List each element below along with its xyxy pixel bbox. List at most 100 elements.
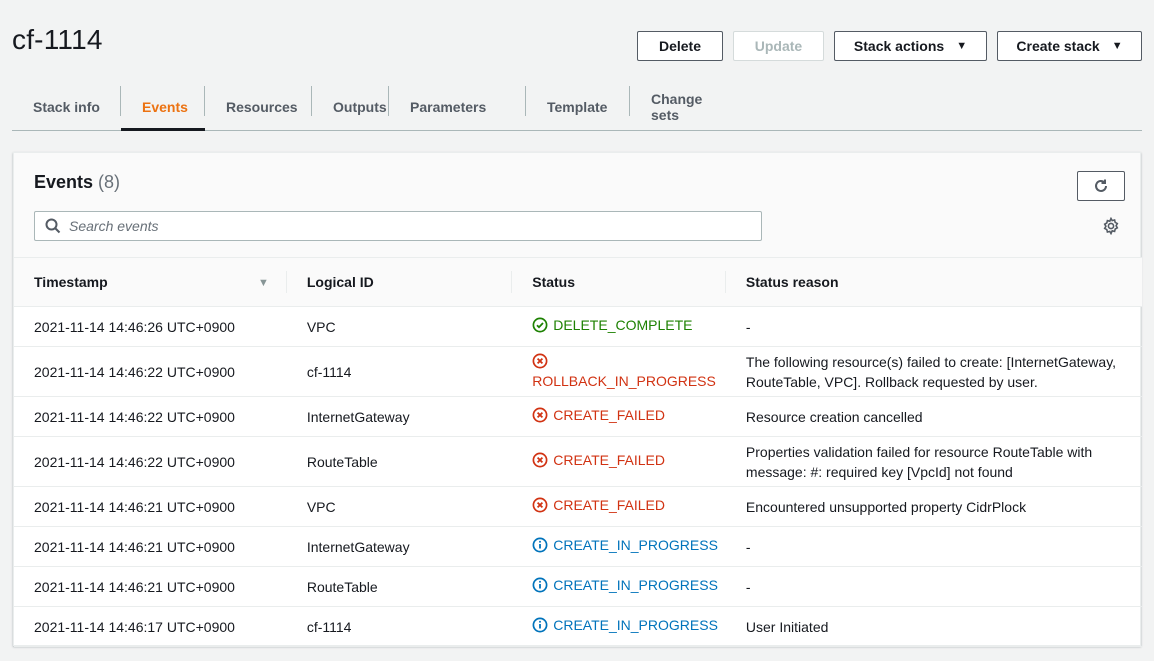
status-text: CREATE_FAILED	[553, 452, 666, 468]
logical-id-cell: VPC	[286, 486, 513, 527]
column-header-timestamp[interactable]: Timestamp ▼	[14, 257, 287, 307]
logical-id-cell: InternetGateway	[286, 526, 513, 567]
status-text: CREATE_IN_PROGRESS	[553, 537, 718, 553]
column-header-status-reason[interactable]: Status reason	[725, 257, 1142, 307]
logical-id-cell: cf-1114	[286, 346, 513, 397]
status-text: CREATE_IN_PROGRESS	[553, 617, 718, 633]
create-stack-label: Create stack	[1016, 38, 1100, 54]
status-reason-cell: -	[725, 566, 1142, 607]
status-indicator: ROLLBACK_IN_PROGRESS	[532, 353, 718, 391]
status-cell: CREATE_FAILED	[512, 396, 726, 437]
tab-resources[interactable]: Resources	[205, 84, 312, 130]
check-circle-icon	[532, 317, 553, 333]
status-indicator: CREATE_IN_PROGRESS	[532, 615, 718, 635]
update-button[interactable]: Update	[733, 31, 824, 61]
search-icon	[45, 218, 61, 234]
tab-template[interactable]: Template	[526, 84, 630, 130]
status-cell: CREATE_IN_PROGRESS	[512, 566, 726, 607]
search-box[interactable]	[34, 211, 762, 241]
status-reason-cell: -	[725, 526, 1142, 567]
delete-button[interactable]: Delete	[637, 31, 723, 61]
tab-label: Change sets	[651, 91, 703, 123]
refresh-button[interactable]	[1077, 171, 1125, 201]
x-circle-icon	[532, 353, 718, 369]
status-cell: CREATE_IN_PROGRESS	[512, 606, 726, 647]
timestamp-cell: 2021-11-14 14:46:21 UTC+0900	[14, 526, 287, 567]
status-cell: CREATE_FAILED	[512, 486, 726, 527]
table-row[interactable]: 2021-11-14 14:46:22 UTC+0900 RouteTable CR…	[14, 436, 1142, 487]
timestamp-cell: 2021-11-14 14:46:22 UTC+0900	[14, 346, 287, 397]
tab-change-sets[interactable]: Change sets	[630, 84, 752, 130]
tab-bar: Stack info Events Resources Outputs Paramete…	[12, 84, 1142, 131]
tab-label: Events	[142, 99, 188, 115]
logical-id-cell: VPC	[286, 306, 513, 347]
table-row[interactable]: 2021-11-14 14:46:26 UTC+0900 VPC DELETE_CO…	[14, 306, 1142, 347]
create-stack-button[interactable]: Create stack ▼	[997, 31, 1142, 61]
status-text: ROLLBACK_IN_PROGRESS	[532, 372, 716, 389]
caret-down-icon: ▼	[1111, 40, 1123, 52]
status-cell: DELETE_COMPLETE	[512, 306, 726, 347]
timestamp-cell: 2021-11-14 14:46:22 UTC+0900	[14, 436, 287, 487]
status-reason-cell: Encountered unsupported property CidrPlo…	[725, 486, 1142, 527]
tab-label: Resources	[226, 99, 298, 115]
info-circle-icon	[532, 537, 553, 553]
table-header-row: Timestamp ▼ Logical ID Status Status rea…	[14, 257, 1142, 307]
status-reason-cell: The following resource(s) failed to crea…	[725, 346, 1142, 397]
timestamp-cell: 2021-11-14 14:46:22 UTC+0900	[14, 396, 287, 437]
status-cell: ROLLBACK_IN_PROGRESS	[512, 346, 726, 397]
events-heading-label: Events	[34, 172, 94, 192]
search-input[interactable]	[69, 218, 709, 234]
logical-id-cell: RouteTable	[286, 436, 513, 487]
events-table: Timestamp ▼ Logical ID Status Status rea…	[14, 257, 1142, 647]
status-reason-cell: -	[725, 306, 1142, 347]
table-row[interactable]: 2021-11-14 14:46:21 UTC+0900 VPC CREATE_FA…	[14, 486, 1142, 527]
table-row[interactable]: 2021-11-14 14:46:17 UTC+0900 cf-1114 CREAT…	[14, 606, 1142, 647]
status-reason-cell: Properties validation failed for resourc…	[725, 436, 1142, 487]
column-header-label: Status	[532, 274, 576, 290]
status-text: CREATE_IN_PROGRESS	[553, 577, 718, 593]
info-circle-icon	[532, 617, 553, 633]
logical-id-cell: InternetGateway	[286, 396, 513, 437]
status-cell: CREATE_FAILED	[512, 436, 726, 487]
timestamp-cell: 2021-11-14 14:46:21 UTC+0900	[14, 566, 287, 607]
table-row[interactable]: 2021-11-14 14:46:22 UTC+0900 cf-1114 ROLLB…	[14, 346, 1142, 397]
tab-events[interactable]: Events	[121, 84, 205, 131]
table-row[interactable]: 2021-11-14 14:46:21 UTC+0900 RouteTable CR…	[14, 566, 1142, 607]
events-panel-header: Events (8)	[14, 153, 1140, 257]
tab-label: Stack info	[33, 99, 100, 115]
gear-icon[interactable]	[1102, 217, 1120, 235]
events-heading: Events (8)	[34, 172, 120, 193]
stack-actions-label: Stack actions	[853, 38, 945, 54]
table-row[interactable]: 2021-11-14 14:46:21 UTC+0900 InternetGate…	[14, 526, 1142, 567]
column-header-label: Logical ID	[306, 274, 374, 290]
status-indicator: CREATE_FAILED	[532, 495, 665, 515]
status-text: DELETE_COMPLETE	[553, 317, 693, 333]
tab-outputs[interactable]: Outputs	[312, 84, 389, 130]
timestamp-cell: 2021-11-14 14:46:26 UTC+0900	[14, 306, 287, 347]
status-indicator: DELETE_COMPLETE	[532, 315, 693, 335]
page-title: cf-1114	[12, 24, 103, 55]
tab-parameters[interactable]: Parameters	[389, 84, 526, 130]
stack-actions-button[interactable]: Stack actions ▼	[834, 31, 987, 61]
events-count: (8)	[98, 172, 121, 192]
table-row[interactable]: 2021-11-14 14:46:22 UTC+0900 InternetGate…	[14, 396, 1142, 437]
status-text: CREATE_FAILED	[553, 407, 666, 423]
logical-id-cell: cf-1114	[286, 606, 513, 647]
tab-label: Template	[547, 99, 608, 115]
status-reason-cell: User Initiated	[725, 606, 1142, 647]
column-header-status[interactable]: Status	[512, 257, 726, 307]
logical-id-cell: RouteTable	[286, 566, 513, 607]
info-circle-icon	[532, 577, 553, 593]
sort-down-icon[interactable]: ▼	[258, 277, 269, 289]
x-circle-icon	[532, 452, 553, 468]
column-header-logical-id[interactable]: Logical ID	[286, 257, 513, 307]
tab-stack-info[interactable]: Stack info	[12, 84, 121, 130]
timestamp-cell: 2021-11-14 14:46:17 UTC+0900	[14, 606, 287, 647]
x-circle-icon	[532, 407, 553, 423]
timestamp-cell: 2021-11-14 14:46:21 UTC+0900	[14, 486, 287, 527]
events-panel: Events (8) Search events Timestamp ▼ Log…	[13, 152, 1142, 647]
status-reason-cell: Resource creation cancelled	[725, 396, 1142, 437]
x-circle-icon	[532, 497, 553, 513]
status-indicator: CREATE_IN_PROGRESS	[532, 535, 718, 555]
refresh-icon	[1093, 178, 1109, 194]
